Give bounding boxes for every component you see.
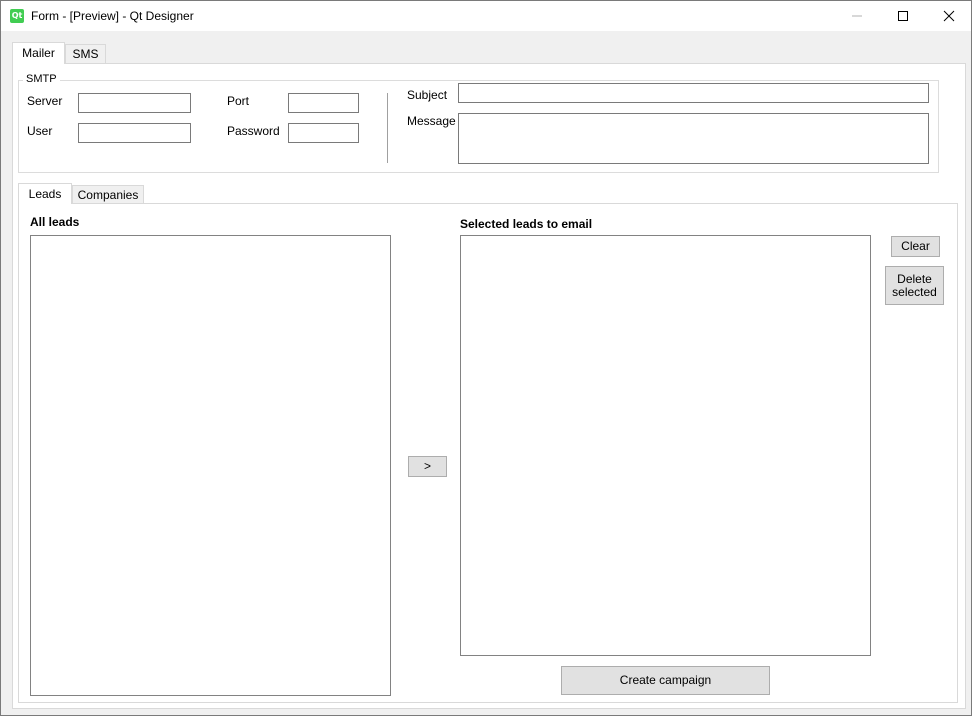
server-input[interactable] [78, 93, 191, 113]
maximize-icon [898, 11, 908, 21]
password-label: Password [227, 124, 280, 138]
user-input[interactable] [78, 123, 191, 143]
all-leads-list[interactable] [30, 235, 391, 696]
vertical-separator [387, 93, 388, 163]
close-button[interactable] [926, 1, 971, 31]
user-label: User [27, 124, 53, 138]
close-icon [943, 10, 955, 22]
server-label: Server [27, 94, 63, 108]
minimize-icon [852, 15, 862, 17]
delete-selected-button[interactable]: Delete selected [885, 266, 944, 305]
message-label: Message [407, 114, 456, 128]
clear-button[interactable]: Clear [891, 236, 940, 257]
qt-logo-icon: Qt [10, 9, 24, 23]
message-textarea[interactable] [458, 113, 929, 164]
title-bar[interactable]: Qt Form - [Preview] - Qt Designer [1, 1, 971, 31]
qt-designer-preview-window: Qt Form - [Preview] - Qt Designer Mailer… [0, 0, 972, 716]
subject-input[interactable] [458, 83, 929, 103]
tab-mailer[interactable]: Mailer [12, 42, 65, 64]
add-to-selected-button[interactable]: > [408, 456, 447, 477]
password-input[interactable] [288, 123, 359, 143]
maximize-button[interactable] [880, 1, 926, 31]
selected-leads-list[interactable] [460, 235, 871, 656]
port-label: Port [227, 94, 250, 108]
selected-leads-title: Selected leads to email [460, 217, 593, 231]
delete-button-line2: selected [892, 284, 937, 299]
subject-label: Subject [407, 88, 448, 102]
port-input[interactable] [288, 93, 359, 113]
tab-sms[interactable]: SMS [65, 44, 106, 63]
window-title: Form - [Preview] - Qt Designer [31, 9, 194, 23]
tab-leads[interactable]: Leads [18, 183, 72, 204]
smtp-group-title: SMTP [23, 73, 60, 85]
create-campaign-button[interactable]: Create campaign [561, 666, 770, 695]
all-leads-title: All leads [30, 215, 80, 229]
minimize-button[interactable] [834, 1, 880, 31]
tab-companies[interactable]: Companies [72, 185, 144, 203]
delete-button-line1: Delete [897, 271, 932, 286]
